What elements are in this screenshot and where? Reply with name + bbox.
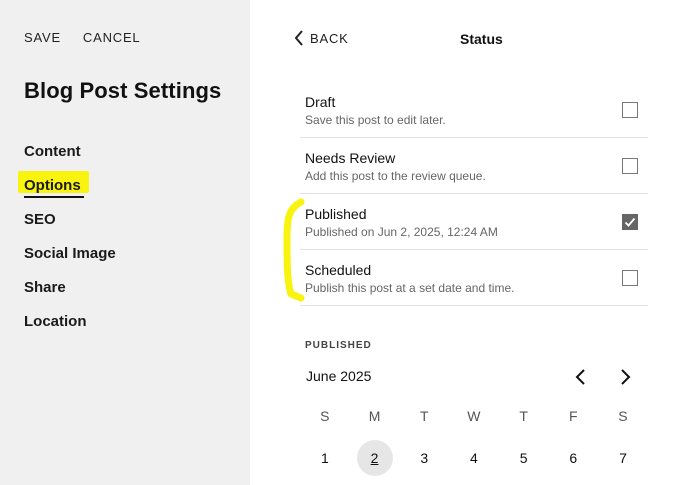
nav-item-options[interactable]: Options: [18, 171, 116, 210]
weekday-label: M: [368, 408, 381, 424]
nav-item-label: Content: [24, 143, 81, 160]
nav-item-share[interactable]: Share: [24, 278, 116, 312]
draft-checkbox[interactable]: [622, 102, 638, 118]
nav-item-location[interactable]: Location: [24, 312, 116, 346]
status-description: Save this post to edit later.: [305, 113, 446, 127]
back-label: BACK: [310, 30, 349, 46]
status-option-draft[interactable]: Draft Save this post to edit later.: [300, 82, 648, 138]
calendar-day[interactable]: 6: [548, 440, 598, 476]
day-number: 1: [320, 450, 329, 466]
calendar-days: 1 2 3 4 5 6 7: [300, 440, 648, 476]
next-month-button[interactable]: [617, 368, 633, 386]
weekday-label: T: [519, 408, 528, 424]
calendar-month-label: June 2025: [306, 368, 372, 384]
top-actions: SAVE CANCEL: [24, 30, 140, 45]
settings-nav: Content Options SEO Social Image Share L…: [18, 142, 116, 346]
weekday-label: T: [419, 408, 429, 424]
scheduled-checkbox[interactable]: [622, 270, 638, 286]
nav-item-label: Location: [24, 313, 87, 330]
weekday-label: S: [320, 408, 330, 424]
published-checkbox[interactable]: [622, 214, 638, 230]
back-button[interactable]: BACK: [294, 30, 349, 46]
status-option-scheduled[interactable]: Scheduled Publish this post at a set dat…: [300, 250, 648, 306]
weekday-label: F: [569, 408, 578, 424]
status-list: Draft Save this post to edit later. Need…: [300, 82, 648, 306]
nav-item-label: Social Image: [24, 245, 116, 262]
status-description: Publish this post at a set date and time…: [305, 281, 515, 295]
status-name: Published: [305, 206, 367, 222]
calendar-day[interactable]: 7: [598, 440, 648, 476]
nav-item-label: Options: [24, 177, 81, 194]
chevron-left-icon: [573, 369, 589, 390]
status-option-needs-review[interactable]: Needs Review Add this post to the review…: [300, 138, 648, 194]
status-name: Draft: [305, 94, 336, 110]
day-number: 7: [619, 450, 627, 466]
weekday-label: W: [467, 408, 481, 424]
status-description: Add this post to the review queue.: [305, 169, 486, 183]
nav-item-label: SEO: [24, 211, 56, 228]
calendar-day[interactable]: 3: [399, 440, 449, 476]
status-option-published[interactable]: Published Published on Jun 2, 2025, 12:2…: [300, 194, 648, 250]
nav-item-social-image[interactable]: Social Image: [24, 244, 116, 278]
nav-item-seo[interactable]: SEO: [24, 210, 116, 244]
calendar-day[interactable]: 5: [499, 440, 549, 476]
panel-title: Blog Post Settings: [24, 78, 222, 103]
status-description: Published on Jun 2, 2025, 12:24 AM: [305, 225, 498, 239]
day-number: 4: [470, 450, 478, 466]
cancel-button[interactable]: CANCEL: [83, 30, 141, 45]
calendar-day-selected[interactable]: 2: [350, 440, 400, 476]
save-button[interactable]: SAVE: [24, 30, 61, 45]
status-name: Scheduled: [305, 262, 372, 278]
needs-review-checkbox[interactable]: [622, 158, 638, 174]
day-number: 2: [370, 450, 379, 466]
status-panel: BACK Status Draft Save this post to edit…: [250, 0, 699, 485]
calendar-day[interactable]: 1: [300, 440, 350, 476]
status-name: Needs Review: [305, 150, 396, 166]
calendar-day[interactable]: 4: [449, 440, 499, 476]
day-number: 5: [519, 450, 528, 466]
page-title: Status: [460, 31, 503, 47]
checkmark-icon: [623, 215, 637, 229]
day-number: 3: [420, 450, 429, 466]
weekday-label: S: [618, 408, 628, 424]
chevron-right-icon: [617, 369, 633, 390]
calendar-weekdays: S M T W T F S: [300, 408, 648, 424]
calendar-section-label: PUBLISHED: [305, 340, 372, 351]
day-number: 6: [569, 450, 578, 466]
prev-month-button[interactable]: [573, 368, 589, 386]
settings-sidebar: SAVE CANCEL Blog Post Settings Content O…: [0, 0, 250, 485]
chevron-left-icon: [294, 30, 304, 46]
nav-item-label: Share: [24, 279, 66, 296]
